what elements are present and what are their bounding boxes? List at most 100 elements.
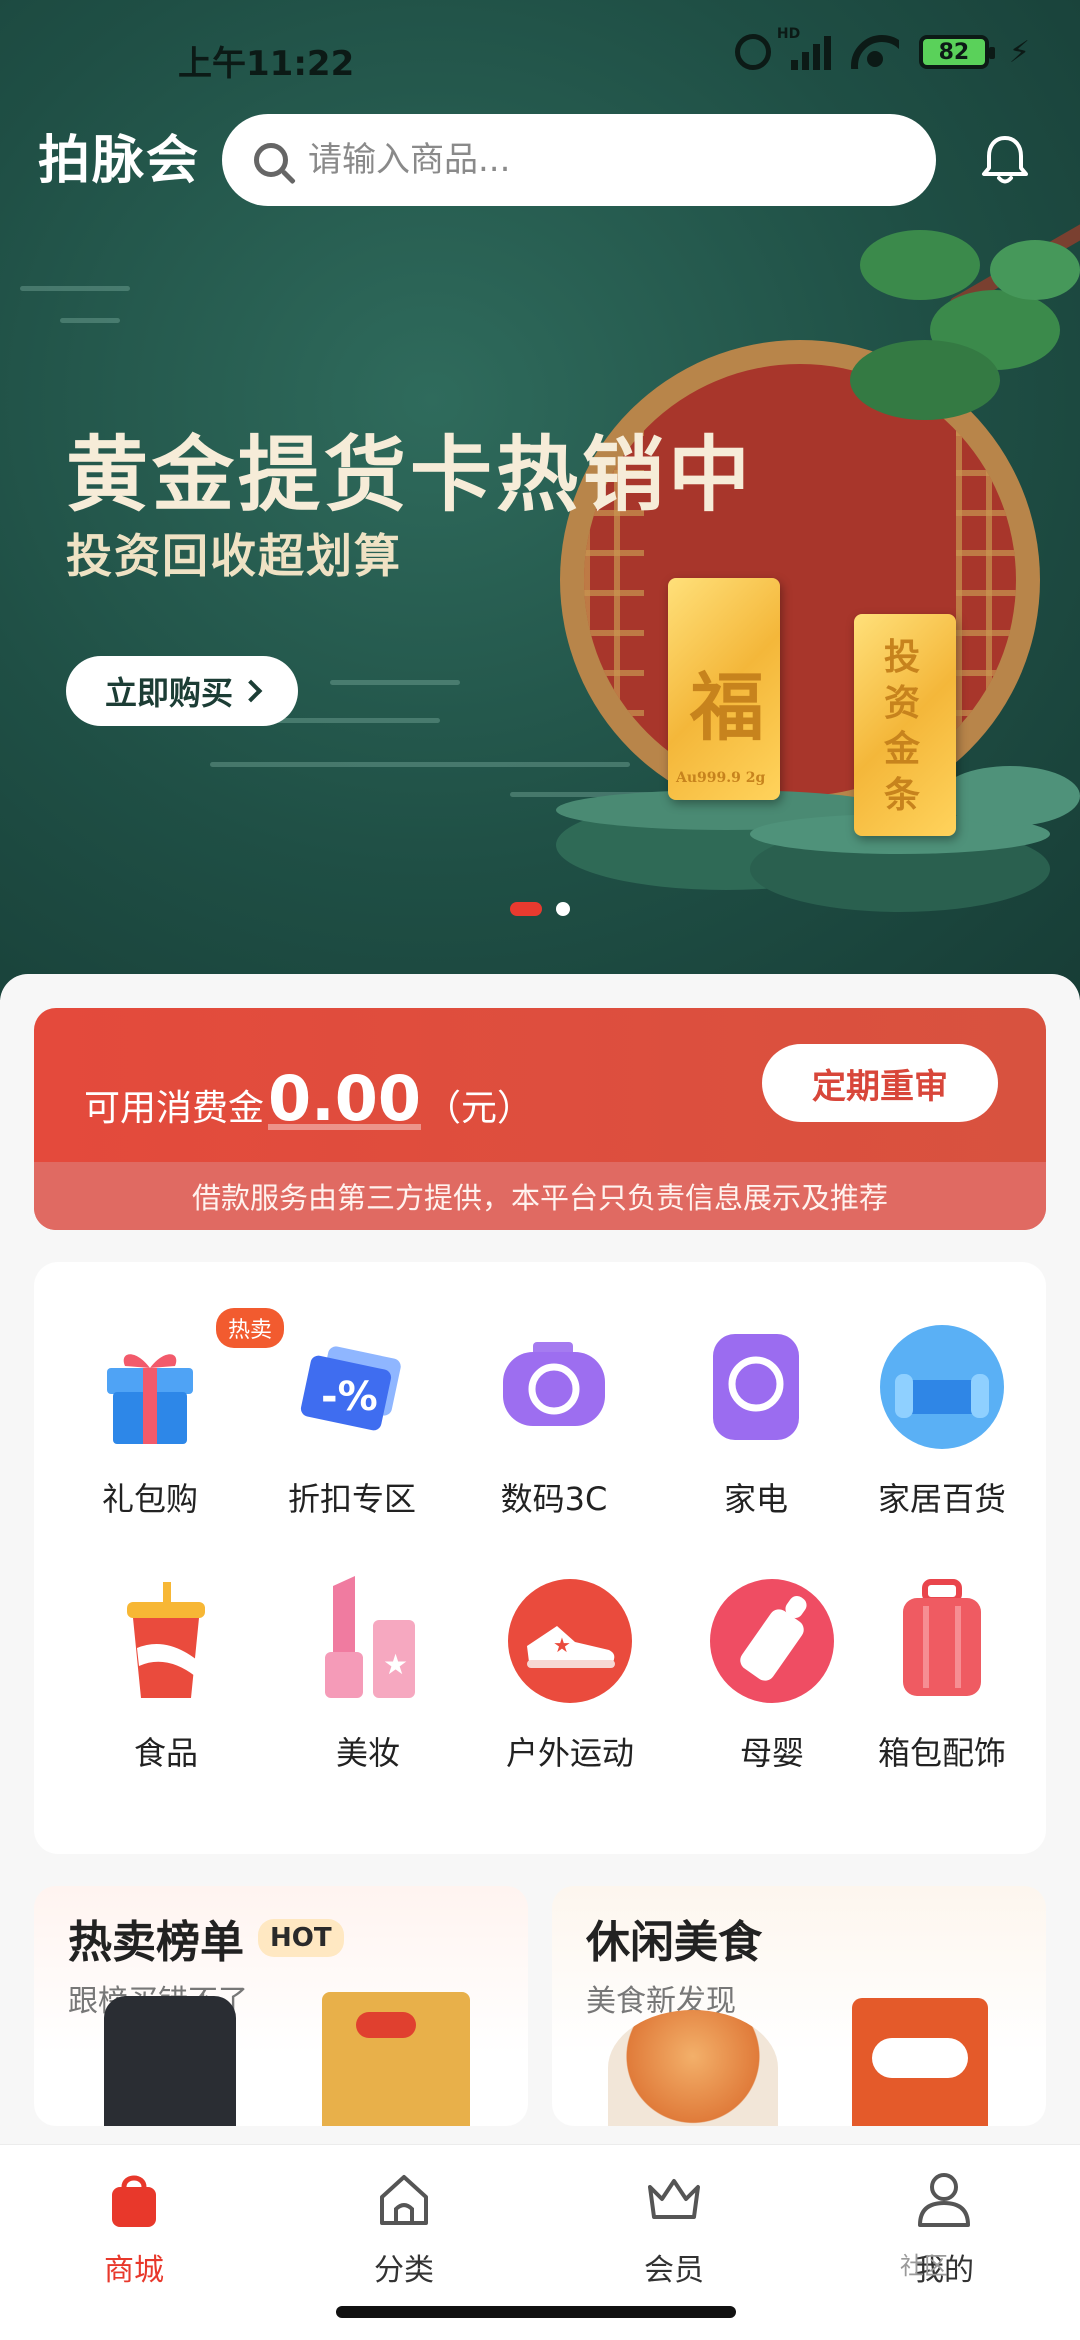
credit-label: 可用消费金 xyxy=(84,1088,265,1129)
baby-bottle-icon xyxy=(710,1579,834,1703)
category-label: 户外运动 xyxy=(505,1734,634,1772)
charging-icon: ⚡ xyxy=(1008,34,1030,70)
category-appliance[interactable]: 家电 xyxy=(656,1322,856,1522)
notification-bell-icon[interactable] xyxy=(980,134,1030,186)
category-digital[interactable]: 数码3C xyxy=(454,1322,654,1522)
product-label xyxy=(872,2038,968,2078)
tab-label: 商城 xyxy=(104,2253,164,2288)
user-icon xyxy=(918,2173,970,2227)
category-label: 数码3C xyxy=(500,1480,608,1518)
discount-icon-text: -% xyxy=(321,1374,378,1420)
star-icon: ★ xyxy=(383,1648,408,1681)
category-food[interactable]: 食品 xyxy=(66,1576,266,1776)
hot-badge: HOT xyxy=(258,1919,344,1957)
tab-label: 会员 xyxy=(644,2253,704,2288)
crown-icon xyxy=(648,2179,700,2219)
home-icon xyxy=(380,2175,428,2225)
promo-title: 休闲美食 xyxy=(586,1906,762,1970)
product-label xyxy=(356,2012,416,2038)
lattice-decor xyxy=(956,364,1016,796)
buy-now-button[interactable]: 立即购买 xyxy=(66,656,298,726)
category-label: 家电 xyxy=(723,1480,788,1518)
signal-icon: HD xyxy=(777,26,831,70)
home-indicator[interactable] xyxy=(336,2306,736,2318)
credit-unit: （元） xyxy=(425,1088,534,1129)
status-icons: HD 82 ⚡ xyxy=(734,26,1030,70)
carousel-indicator[interactable] xyxy=(510,902,570,916)
decor-line xyxy=(20,286,130,291)
category-home[interactable]: 家居百货 xyxy=(842,1322,1042,1522)
discount-icon: -% xyxy=(300,1346,401,1431)
drink-cup-icon xyxy=(127,1582,205,1698)
gold-bar-fu: 福 Au999.9 2g xyxy=(668,578,780,800)
search-icon xyxy=(254,143,288,177)
category-label: 母婴 xyxy=(739,1734,804,1772)
category-label: 家居百货 xyxy=(877,1480,1006,1518)
gold-bar-mark: Au999.9 2g xyxy=(676,770,766,786)
periodic-review-button[interactable]: 定期重审 xyxy=(762,1044,998,1122)
search-input[interactable] xyxy=(308,140,908,180)
tab-category[interactable]: 分类 xyxy=(304,2169,504,2289)
alarm-icon xyxy=(734,34,771,70)
product-image xyxy=(852,1998,988,2126)
product-image xyxy=(608,2010,778,2126)
watermark: 社区 xyxy=(900,2252,948,2280)
decor-line xyxy=(330,680,460,685)
pine-needles xyxy=(850,340,1000,420)
carousel-dot[interactable] xyxy=(556,902,570,916)
category-outdoor[interactable]: ★ 户外运动 xyxy=(470,1576,670,1776)
credit-card[interactable]: 可用消费金 0.00 （元） 定期重审 借款服务由第三方提供，本平台只负责信息展… xyxy=(34,1008,1046,1230)
gold-bar-investment: 投资金条 xyxy=(854,614,956,836)
category-gift[interactable]: 热卖 礼包购 xyxy=(50,1308,284,1522)
credit-disclaimer: 借款服务由第三方提供，本平台只负责信息展示及推荐 xyxy=(34,1162,1046,1230)
hero-banner[interactable]: 福 Au999.9 2g 投资金条 黄金提货卡热销中 投资回收超划算 立即购买 … xyxy=(0,0,1080,1000)
banner-title: 黄金提货卡热销中 xyxy=(66,428,755,523)
gold-bar-character: 福 xyxy=(690,665,764,751)
category-label: 折扣专区 xyxy=(287,1480,416,1518)
promo-title: 热卖榜单 HOT xyxy=(68,1906,344,1970)
pine-needles xyxy=(990,240,1080,300)
shopping-bag-icon xyxy=(112,2175,156,2227)
buy-now-label: 立即购买 xyxy=(104,674,233,712)
tab-member[interactable]: 会员 xyxy=(574,2169,774,2289)
category-beauty[interactable]: ★ 美妆 xyxy=(268,1576,468,1776)
network-label: HD xyxy=(776,26,801,42)
category-label: 箱包配饰 xyxy=(877,1734,1006,1772)
category-label: 美妆 xyxy=(335,1734,400,1772)
credit-amount: 0.00 xyxy=(268,1062,421,1135)
category-label: 礼包购 xyxy=(101,1480,198,1518)
sofa-icon xyxy=(880,1325,1004,1449)
sneaker-icon: ★ xyxy=(508,1579,632,1703)
promo-card-snacks[interactable]: 休闲美食 美食新发现 xyxy=(552,1886,1046,2126)
promo-card-hot[interactable]: 热卖榜单 HOT 跟榜买错不了 xyxy=(34,1886,528,2126)
credit-balance: 可用消费金 0.00 （元） xyxy=(84,1062,533,1135)
status-bar: 上午11:22 HD 82 ⚡ xyxy=(0,0,1080,110)
star-icon: ★ xyxy=(553,1633,571,1657)
camera-icon xyxy=(503,1342,605,1426)
category-grid: 热卖 礼包购 -% 折扣专区 数码3C 家电 家居百货 食品 ★ 美妆 ★ 户外… xyxy=(34,1262,1046,1854)
banner-subtitle: 投资回收超划算 xyxy=(66,529,402,583)
carousel-dot-active[interactable] xyxy=(510,902,542,916)
battery-level: 82 xyxy=(938,39,970,65)
suitcase-icon xyxy=(903,1579,981,1696)
pine-needles xyxy=(860,230,980,300)
wifi-icon xyxy=(850,35,899,69)
lipstick-icon: ★ xyxy=(325,1576,415,1698)
battery-icon: 82 xyxy=(918,35,995,69)
category-bags[interactable]: 箱包配饰 xyxy=(842,1576,1042,1776)
search-bar[interactable] xyxy=(222,114,936,206)
appliance-icon xyxy=(713,1334,799,1440)
pedestal-top xyxy=(940,766,1080,826)
decor-line xyxy=(60,318,120,323)
promo-title-text: 热卖榜单 xyxy=(68,1917,244,1968)
product-image xyxy=(104,1996,236,2126)
category-label: 食品 xyxy=(133,1734,198,1772)
app-brand: 拍脉会 xyxy=(38,131,201,191)
tab-mall[interactable]: 商城 xyxy=(34,2169,234,2289)
status-time: 上午11:22 xyxy=(178,44,355,84)
chevron-right-icon xyxy=(239,679,263,703)
gold-bar-text: 投资金条 xyxy=(884,636,921,816)
decor-line xyxy=(210,762,630,767)
product-image xyxy=(322,1992,470,2126)
category-discount[interactable]: -% 折扣专区 xyxy=(252,1322,452,1522)
